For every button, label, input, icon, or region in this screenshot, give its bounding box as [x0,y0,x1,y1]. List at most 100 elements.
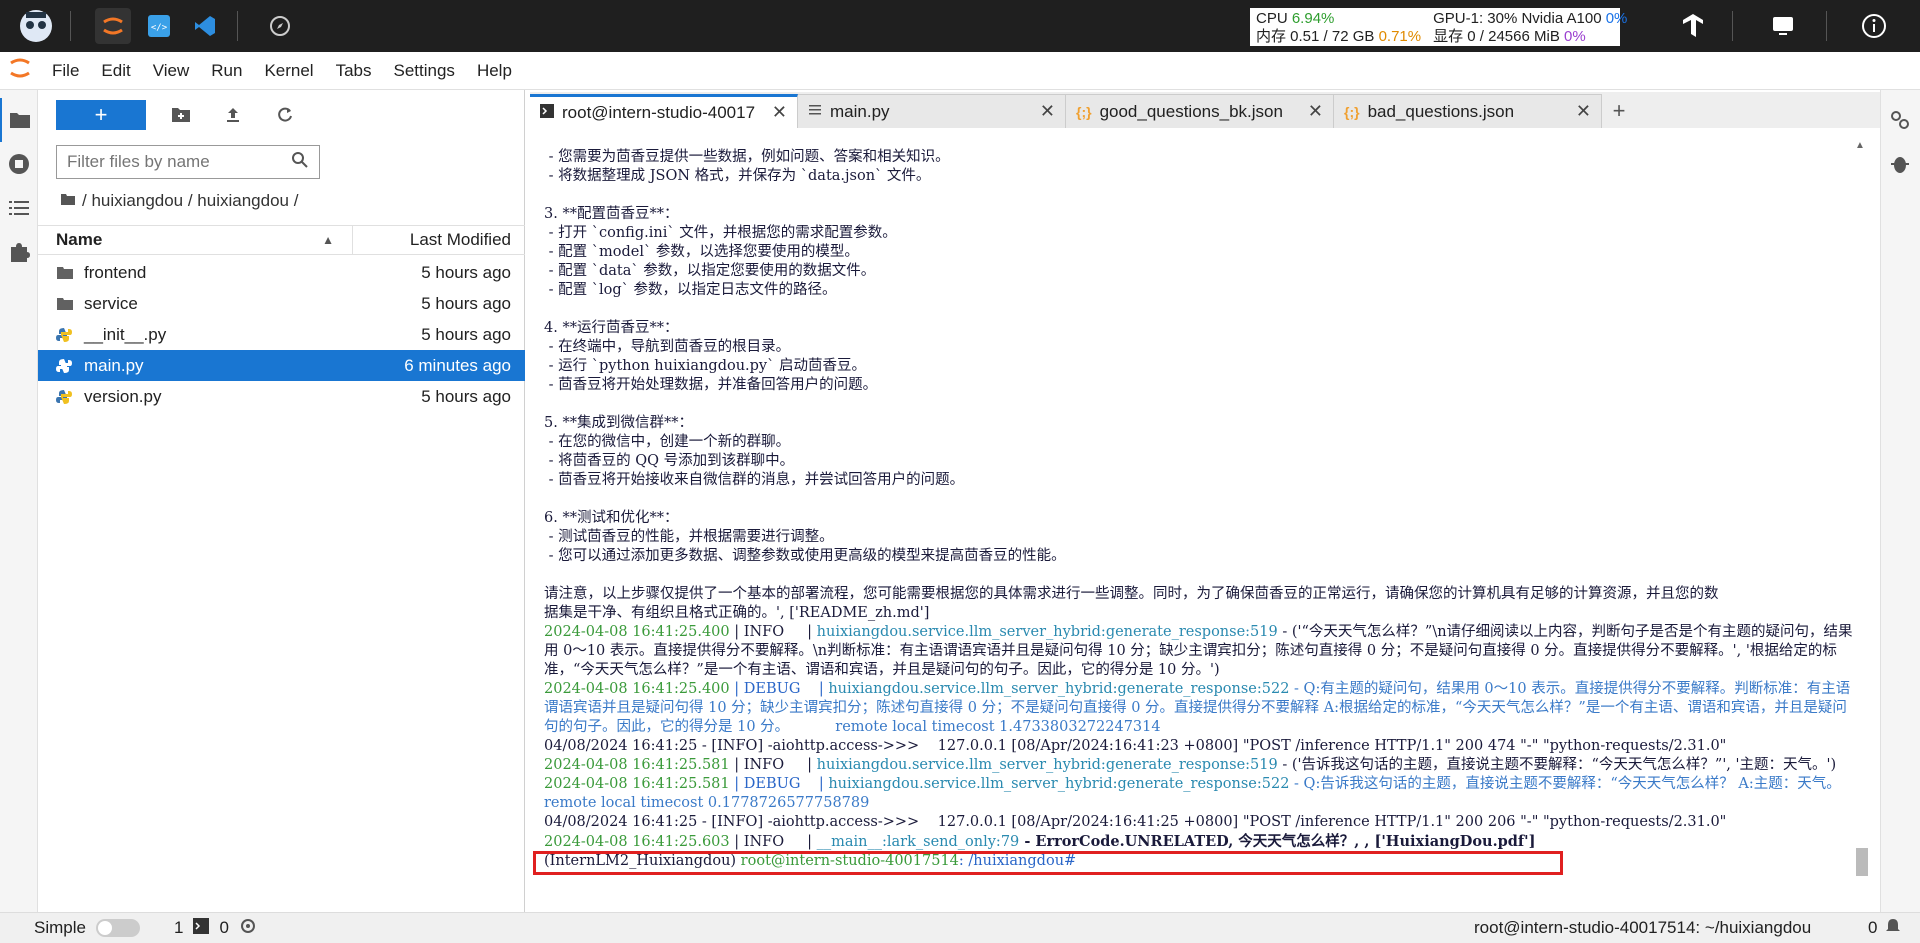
sort-up-icon: ▲ [322,233,334,247]
new-folder-icon[interactable] [166,100,196,130]
terminal-icon [540,103,554,123]
folder-icon [60,191,76,211]
table-of-contents-icon[interactable] [0,186,38,230]
scrollbar-thumb[interactable] [1856,848,1868,876]
name-column-header[interactable]: Name ▲ [38,225,353,255]
file-row[interactable]: service 5 hours ago [38,288,525,319]
breadcrumb-path[interactable]: / huixiangdou / huixiangdou / [82,191,298,211]
menu-view[interactable]: View [153,61,190,81]
python-icon [56,358,76,374]
monitor-icon[interactable] [1765,8,1801,44]
notification-count[interactable]: 0 [1868,918,1877,938]
folder-icon [56,297,76,311]
file-row-selected[interactable]: main.py 6 minutes ago [38,350,525,381]
code-editor-icon[interactable]: </> [141,8,177,44]
log-entry-highlighted: 2024-04-08 16:41:25.603 | INFO | __main_… [544,833,1536,850]
modified-column-header[interactable]: Last Modified [353,230,525,250]
settings-gear-icon[interactable] [239,917,257,940]
info-icon[interactable] [1856,8,1892,44]
file-filter-field[interactable] [56,145,320,179]
menu-help[interactable]: Help [477,61,512,81]
bell-icon[interactable] [1884,917,1902,940]
kernel-count[interactable]: 1 [174,918,183,938]
tab-terminal[interactable]: root@intern-studio-40017 ✕ [530,94,798,128]
menu-run[interactable]: Run [211,61,242,81]
terminal-line: 请注意，以上步骤仅提供了一个基本的部署流程，您可能需要根据您的具体需求进行一些调… [544,586,1719,602]
tab-good-questions[interactable]: {;} good_questions_bk.json ✕ [1066,94,1334,128]
menu-tabs[interactable]: Tabs [336,61,372,81]
close-icon[interactable]: ✕ [1040,101,1055,122]
new-launcher-button[interactable]: + [56,100,146,130]
status-bar: Simple 1 0 root@intern-studio-40017514: … [0,912,1920,943]
menu-file[interactable]: File [52,61,79,81]
access-log-line: 04/08/2024 16:41:25 - [INFO] -aiohttp.ac… [544,738,1727,754]
close-icon[interactable]: ✕ [1576,101,1591,122]
jupyter-icon[interactable] [95,8,131,44]
text-file-icon [808,102,822,122]
terminal-output[interactable]: - 您需要为茴香豆提供一些数据，例如问题、答案和相关知识。 - 将数据整理成 J… [530,136,1870,912]
debugger-icon[interactable] [1881,142,1919,186]
menu-bar: File Edit View Run Kernel Tabs Settings … [0,52,1920,90]
terminal-line: - 您需要为茴香豆提供一些数据，例如问题、答案和相关知识。 [544,149,950,165]
terminal-line: 4. **运行茴香豆**： [544,320,679,336]
add-tab-button[interactable]: + [1602,94,1636,128]
terminal-line: - 茴香豆将开始接收来自微信群的消息，并尝试回答用户的问题。 [544,472,965,488]
terminal-line: - 在终端中，导航到茴香豆的根目录。 [544,339,791,355]
tensorflow-icon[interactable] [1675,8,1711,44]
menu-settings[interactable]: Settings [394,61,455,81]
refresh-icon[interactable] [270,100,300,130]
left-sidebar [0,90,38,912]
vscode-icon[interactable] [187,8,223,44]
tab-bad-questions[interactable]: {;} bad_questions.json ✕ [1334,94,1602,128]
file-row[interactable]: frontend 5 hours ago [38,257,525,288]
close-icon[interactable]: ✕ [772,102,787,123]
file-filter-input[interactable] [67,152,291,172]
compass-icon[interactable] [262,8,298,44]
jupyter-logo-icon [8,54,38,87]
property-inspector-icon[interactable] [1881,98,1919,142]
file-browser: + / huixiangdou / huixiangdou / Name ▲ L… [38,90,525,912]
log-entry: 2024-04-08 16:41:25.581 | INFO | huixian… [544,757,1837,773]
terminal-line: 据集是干净、有组织且格式正确的。', ['README_zh.md'] [544,605,930,621]
svg-text:</>: </> [151,23,168,33]
json-icon: {;} [1076,103,1092,120]
close-icon[interactable]: ✕ [1308,101,1323,122]
intern-logo-icon[interactable] [16,8,56,44]
file-name: frontend [84,262,147,282]
file-name: main.py [84,355,144,375]
file-name: service [84,293,138,313]
terminal-count[interactable]: 0 [219,918,228,938]
terminal-line: - 在您的微信中，创建一个新的群聊。 [544,434,791,450]
file-row[interactable]: version.py 5 hours ago [38,381,525,412]
file-list-header: Name ▲ Last Modified [38,225,525,255]
simple-mode-label: Simple [34,918,86,937]
running-icon[interactable] [0,142,38,186]
log-entry: 2024-04-08 16:41:25.400 | INFO | huixian… [544,624,1853,678]
terminal-line: - 测试茴香豆的性能，并根据需要进行调整。 [544,529,834,545]
terminal-line: - 茴香豆将开始处理数据，并准备回答用户的问题。 [544,377,878,393]
access-log-line: 04/08/2024 16:41:25 - [INFO] -aiohttp.ac… [544,814,1727,830]
file-modified: 5 hours ago [421,293,511,313]
right-sidebar [1880,90,1920,912]
breadcrumb[interactable]: / huixiangdou / huixiangdou / [60,191,298,211]
menu-edit[interactable]: Edit [101,61,130,81]
file-modified: 5 hours ago [421,324,511,344]
folder-icon[interactable] [0,98,38,142]
extension-icon[interactable] [0,230,38,274]
terminal-line: - 配置 `model` 参数，以选择您要使用的模型。 [544,244,859,260]
search-icon [291,151,309,174]
terminal-line: - 将茴香豆的 QQ 号添加到该群聊中。 [544,453,795,469]
terminal-scrollbar[interactable]: ▲ [1853,140,1869,880]
file-row[interactable]: __init__.py 5 hours ago [38,319,525,350]
menu-kernel[interactable]: Kernel [264,61,313,81]
folder-icon [56,266,76,280]
simple-mode-toggle[interactable] [95,919,140,937]
python-icon [56,389,76,405]
tab-main-py[interactable]: main.py ✕ [798,94,1066,128]
terminal-line: - 打开 `config.ini` 文件，并根据您的需求配置参数。 [544,225,897,241]
upload-icon[interactable] [218,100,248,130]
